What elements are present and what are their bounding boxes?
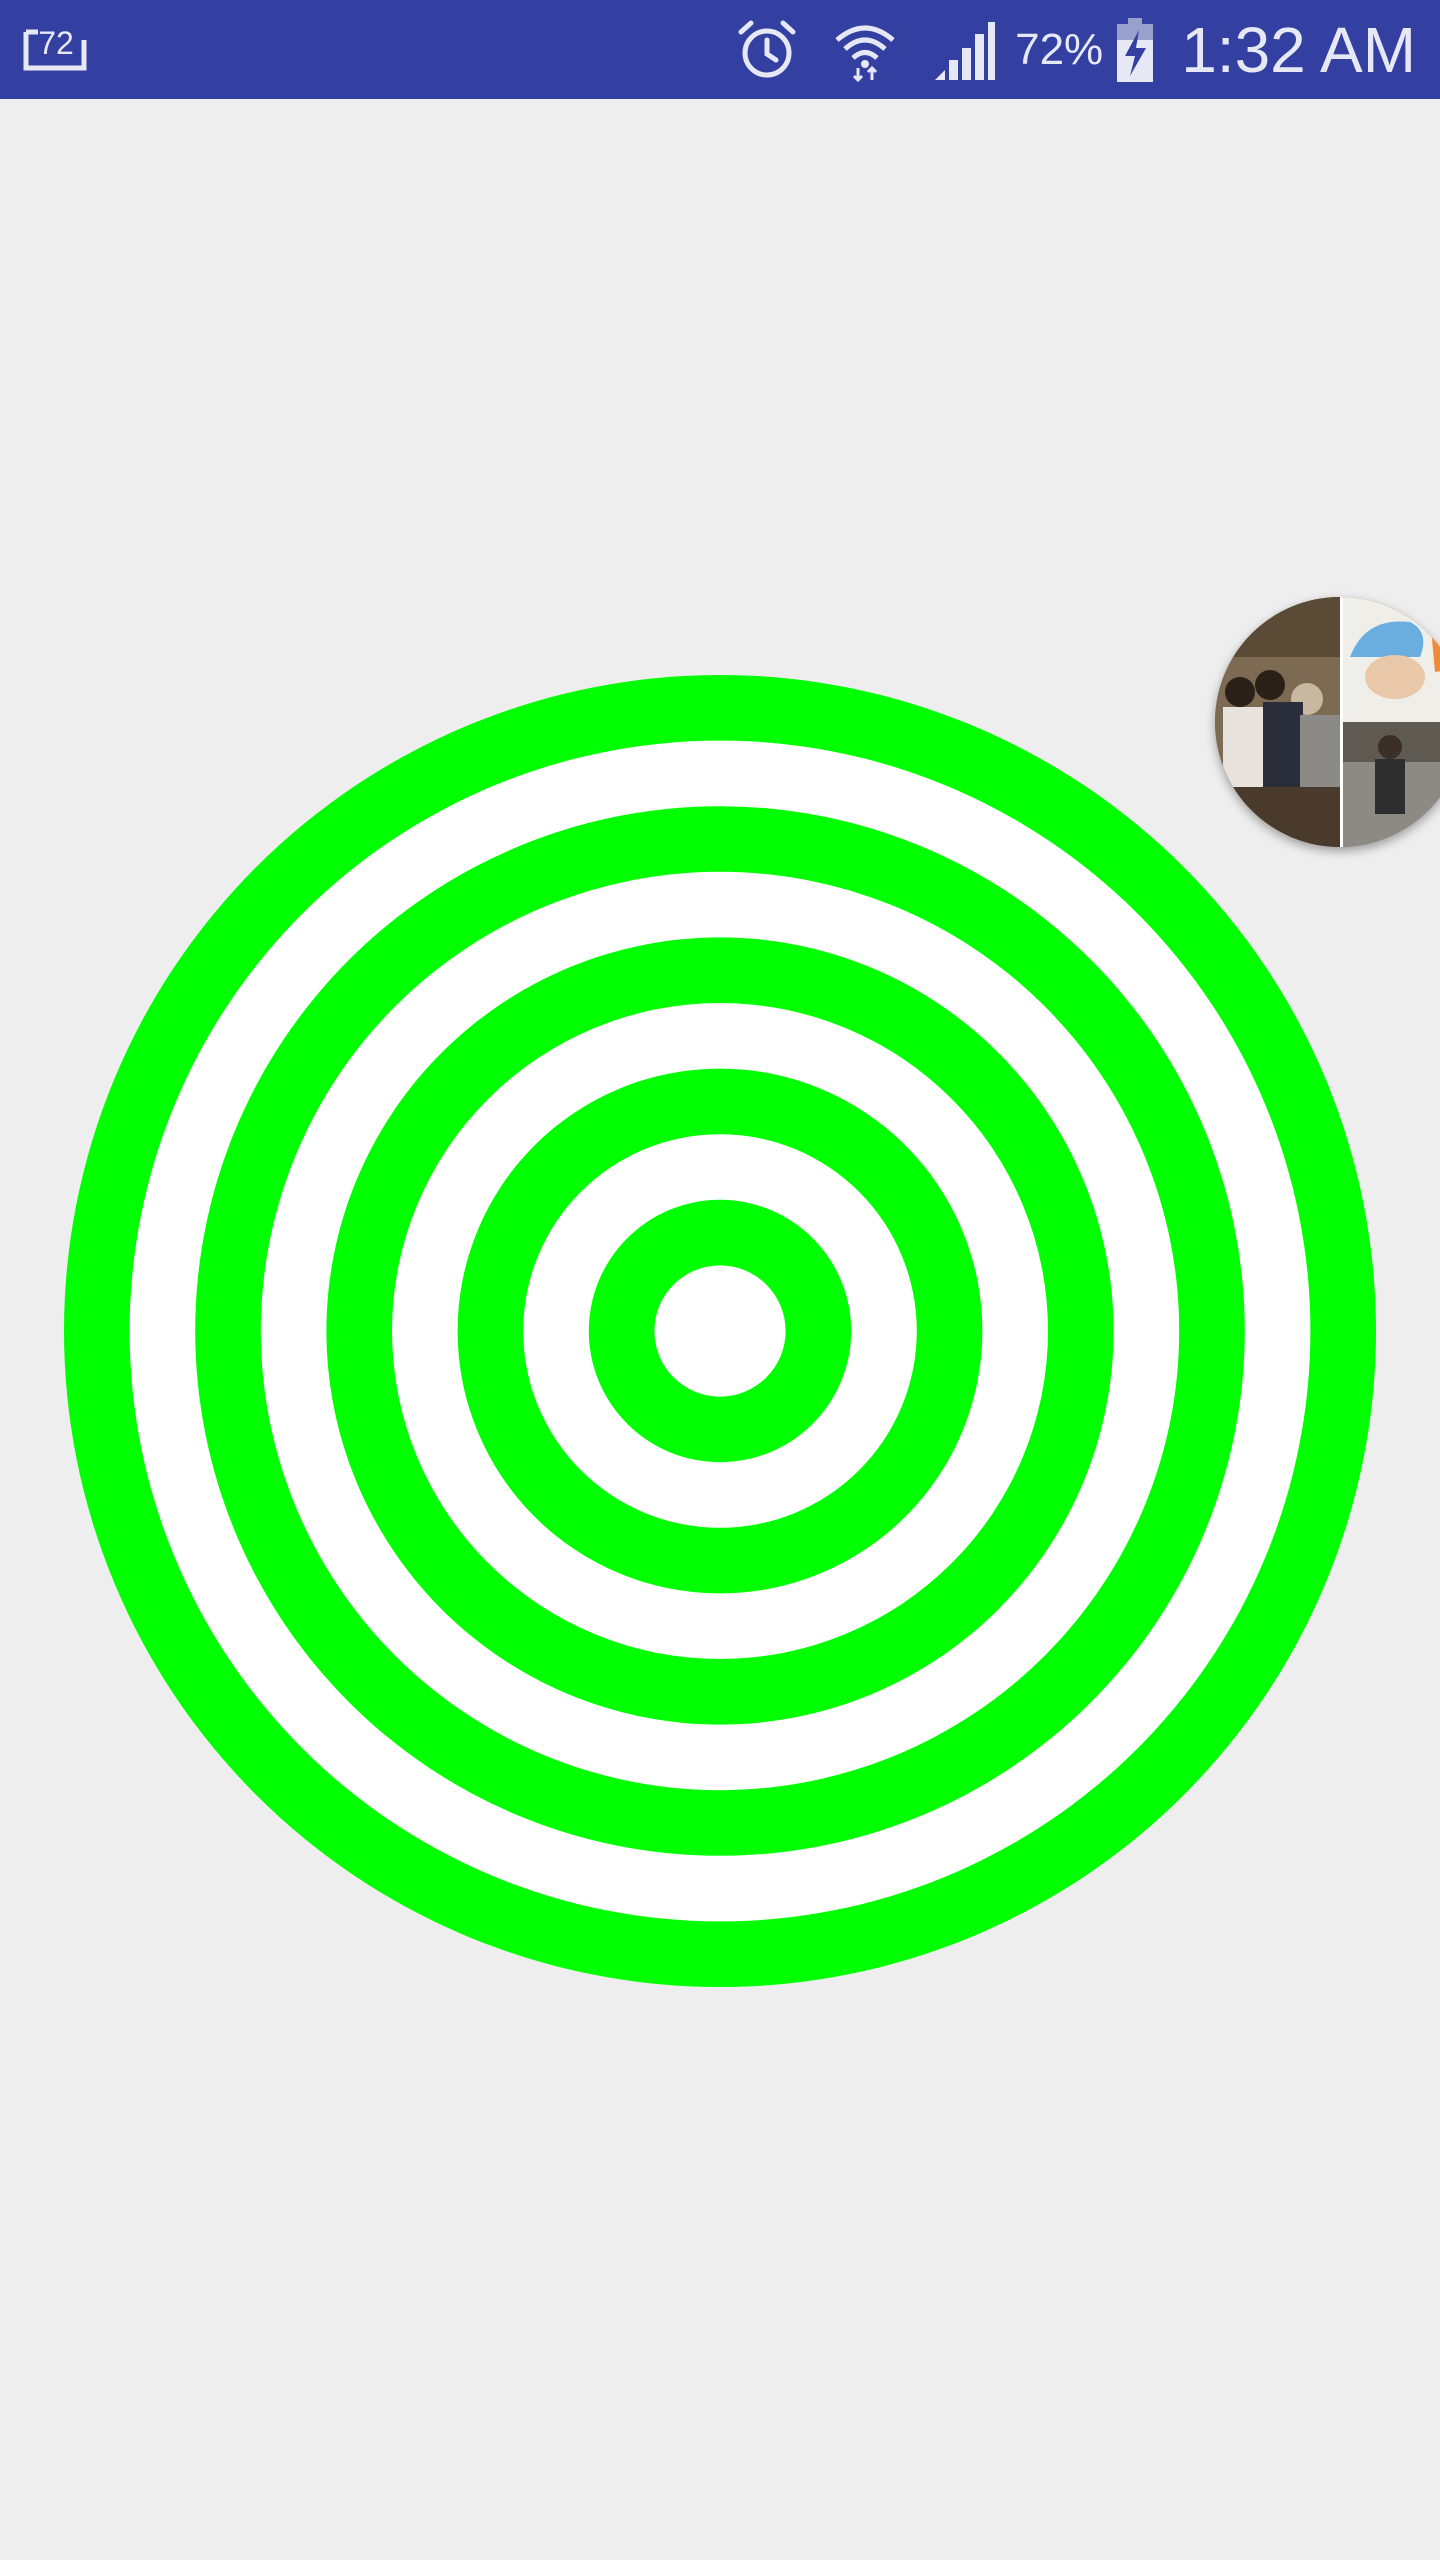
status-icons: 72% 1:32 AM <box>701 0 1416 99</box>
content-area <box>0 99 1440 2560</box>
wifi-icon <box>833 18 897 82</box>
target-ring-10 <box>654 1265 786 1397</box>
battery-charging-icon <box>1115 16 1155 84</box>
notification-count-text: 72 <box>38 25 74 61</box>
concentric-target[interactable] <box>0 99 1440 2560</box>
status-bar: 72 72% 1:32 AM <box>0 0 1440 99</box>
notification-count-icon: 72 <box>20 18 92 78</box>
alarm-icon <box>735 18 799 82</box>
clock-time: 1:32 AM <box>1181 13 1416 86</box>
cell-signal-icon <box>931 18 996 82</box>
battery-percent: 72% <box>1015 24 1104 74</box>
